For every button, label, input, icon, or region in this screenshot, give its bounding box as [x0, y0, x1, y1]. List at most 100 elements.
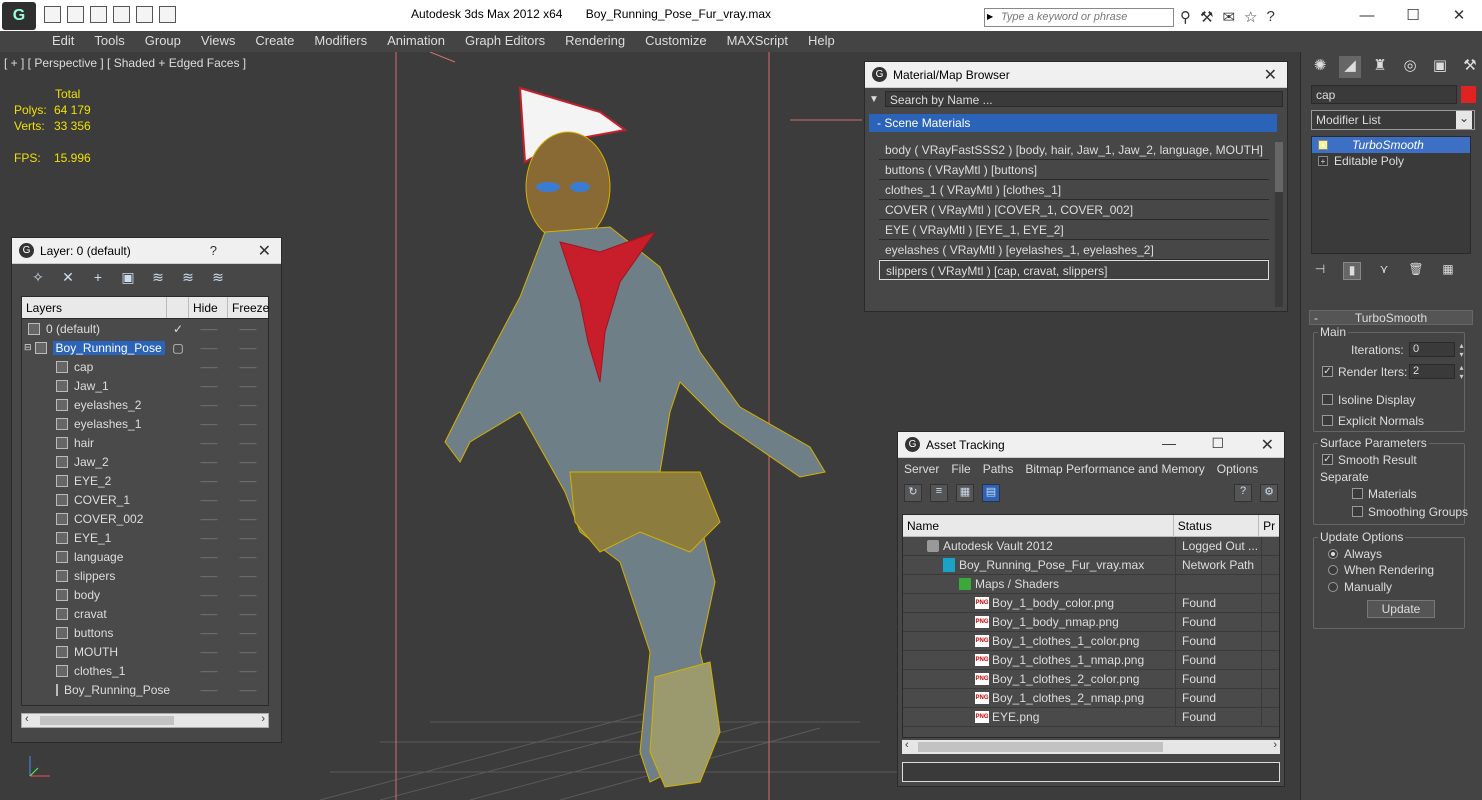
- minimize-icon[interactable]: —: [1344, 0, 1390, 30]
- layer-name-cell[interactable]: COVER_1: [22, 493, 167, 507]
- thumbnail-view-icon[interactable]: ▦: [956, 484, 974, 502]
- asset-name-cell[interactable]: PNG Boy_1_body_color.png: [903, 593, 1176, 613]
- hide-toggle[interactable]: ––––: [189, 419, 228, 429]
- asset-name-cell[interactable]: Autodesk Vault 2012: [903, 536, 1176, 556]
- layer-name-cell[interactable]: body: [22, 588, 167, 602]
- col-status[interactable]: Status: [1174, 515, 1260, 536]
- material-browser-titlebar[interactable]: G Material/Map Browser ✕: [865, 62, 1287, 88]
- communication-icon[interactable]: ✉: [1222, 8, 1235, 26]
- freeze-toggle[interactable]: ––––: [228, 533, 267, 543]
- object-name-input[interactable]: cap: [1311, 85, 1457, 104]
- col-hide[interactable]: Hide: [189, 297, 228, 318]
- menu-tools[interactable]: Tools: [84, 31, 134, 52]
- material-item[interactable]: slippers ( VRayMtl ) [cap, cravat, slipp…: [879, 260, 1269, 280]
- scroll-right-icon[interactable]: ›: [1273, 739, 1277, 751]
- layer-name-cell[interactable]: EYE_2: [22, 474, 167, 488]
- close-icon[interactable]: ✕: [1264, 65, 1277, 85]
- material-item[interactable]: body ( VRayFastSSS2 ) [body, hair, Jaw_1…: [879, 140, 1269, 160]
- pin-stack-icon[interactable]: ⊣: [1311, 262, 1329, 280]
- create-tab-icon[interactable]: ✺: [1309, 56, 1331, 78]
- layer-name-cell[interactable]: Jaw_1: [22, 379, 167, 393]
- layer-row[interactable]: EYE_1 –––– ––––: [22, 528, 268, 547]
- list-view-icon[interactable]: ≡: [930, 484, 948, 502]
- layer-name-cell[interactable]: Boy_Running_Pose: [22, 683, 170, 697]
- freeze-toggle[interactable]: ––––: [228, 514, 267, 524]
- favorites-star-icon[interactable]: ☆: [1244, 8, 1257, 26]
- asset-name-cell[interactable]: PNG Boy_1_clothes_2_color.png: [903, 669, 1176, 689]
- freeze-toggle[interactable]: ––––: [228, 381, 267, 391]
- select-layer-icon[interactable]: ≋: [148, 269, 168, 289]
- hide-toggle[interactable]: ––––: [189, 343, 228, 353]
- freeze-toggle[interactable]: ––––: [228, 343, 267, 353]
- asset-tracking-titlebar[interactable]: G Asset Tracking — ☐ ✕: [898, 432, 1284, 458]
- layer-name-cell[interactable]: slippers: [22, 569, 167, 583]
- scroll-thumb[interactable]: [918, 742, 1163, 752]
- material-item[interactable]: COVER ( VRayMtl ) [COVER_1, COVER_002]: [879, 200, 1269, 220]
- layer-row[interactable]: COVER_1 –––– ––––: [22, 490, 268, 509]
- freeze-toggle[interactable]: ––––: [228, 457, 267, 467]
- hide-toggle[interactable]: ––––: [189, 571, 228, 581]
- layer-row[interactable]: language –––– ––––: [22, 547, 268, 566]
- hierarchy-tab-icon[interactable]: ♜: [1369, 56, 1391, 78]
- freeze-toggle[interactable]: ––––: [228, 438, 267, 448]
- hide-toggle[interactable]: ––––: [189, 609, 228, 619]
- asset-name-cell[interactable]: PNG Boy_1_clothes_1_nmap.png: [903, 650, 1176, 670]
- layer-row[interactable]: clothes_1 –––– ––––: [22, 661, 268, 680]
- layer-row[interactable]: cap –––– ––––: [22, 357, 268, 376]
- isoline-display-checkbox[interactable]: [1322, 394, 1333, 405]
- asset-row[interactable]: PNG Boy_1_clothes_2_nmap.png Found: [903, 688, 1279, 708]
- layer-name-cell[interactable]: EYE_1: [22, 531, 167, 545]
- delete-layer-icon[interactable]: ✕: [58, 269, 78, 289]
- menu-paths[interactable]: Paths: [983, 458, 1020, 480]
- settings-icon[interactable]: ⚙: [1260, 484, 1278, 502]
- layer-row[interactable]: Jaw_2 –––– ––––: [22, 452, 268, 471]
- smooth-result-checkbox[interactable]: ✓: [1322, 454, 1333, 465]
- when-rendering-radio[interactable]: [1328, 565, 1338, 575]
- hide-toggle[interactable]: ––––: [189, 552, 228, 562]
- hide-toggle[interactable]: ––––: [189, 381, 228, 391]
- freeze-toggle[interactable]: ––––: [228, 552, 267, 562]
- layer-row[interactable]: 0 (default) ✓ –––– ––––: [22, 319, 268, 338]
- close-icon[interactable]: ✕: [1261, 435, 1274, 455]
- menu-edit[interactable]: Edit: [42, 31, 84, 52]
- layer-name-cell[interactable]: buttons: [22, 626, 167, 640]
- hide-toggle[interactable]: ––––: [189, 647, 228, 657]
- help-icon[interactable]: ?: [1234, 484, 1252, 502]
- asset-name-cell[interactable]: PNG EYE.png: [903, 707, 1176, 727]
- menu-rendering[interactable]: Rendering: [555, 31, 635, 52]
- maximize-icon[interactable]: ☐: [1211, 435, 1224, 452]
- layer-name-cell[interactable]: ⊟ Boy_Running_Pose: [22, 340, 167, 355]
- highlight-layer-icon[interactable]: ≋: [178, 269, 198, 289]
- layer-row[interactable]: ⊟ Boy_Running_Pose ▢ –––– ––––: [22, 338, 268, 357]
- freeze-toggle[interactable]: ––––: [228, 685, 267, 695]
- layer-row[interactable]: hair –––– ––––: [22, 433, 268, 452]
- col-proxy[interactable]: Pr: [1259, 515, 1279, 536]
- layer-name-cell[interactable]: Jaw_2: [22, 455, 167, 469]
- boy-character-model[interactable]: [444, 86, 826, 788]
- select-objects-icon[interactable]: ▣: [118, 269, 138, 289]
- scroll-thumb[interactable]: [40, 716, 174, 725]
- turbosmooth-rollout[interactable]: TurboSmooth: [1309, 310, 1473, 325]
- menu-create[interactable]: Create: [245, 31, 304, 52]
- asset-row[interactable]: Boy_Running_Pose_Fur_vray.max Network Pat…: [903, 555, 1279, 575]
- utilities-tab-icon[interactable]: ⚒: [1459, 56, 1481, 78]
- hide-toggle[interactable]: ––––: [189, 438, 228, 448]
- layer-row[interactable]: body –––– ––––: [22, 585, 268, 604]
- asset-name-cell[interactable]: PNG Boy_1_clothes_1_color.png: [903, 631, 1176, 651]
- freeze-toggle[interactable]: ––––: [228, 628, 267, 638]
- hide-toggle[interactable]: ––––: [189, 628, 228, 638]
- expand-icon[interactable]: +: [1318, 156, 1328, 166]
- material-search-input[interactable]: Search by Name ...: [884, 91, 1283, 107]
- scene-materials-group[interactable]: - Scene Materials: [869, 114, 1277, 132]
- materials-checkbox[interactable]: [1352, 488, 1363, 499]
- hide-toggle[interactable]: ––––: [189, 362, 228, 372]
- layer-row[interactable]: Jaw_1 –––– ––––: [22, 376, 268, 395]
- freeze-toggle[interactable]: ––––: [228, 666, 267, 676]
- collapse-icon[interactable]: ⊟: [24, 342, 32, 353]
- hide-toggle[interactable]: ––––: [189, 685, 228, 695]
- material-item[interactable]: clothes_1 ( VRayMtl ) [clothes_1]: [879, 180, 1269, 200]
- col-name[interactable]: Name: [903, 515, 1174, 536]
- minimize-icon[interactable]: —: [1162, 435, 1176, 451]
- freeze-toggle[interactable]: ––––: [228, 495, 267, 505]
- menu-options[interactable]: Options: [1217, 458, 1264, 480]
